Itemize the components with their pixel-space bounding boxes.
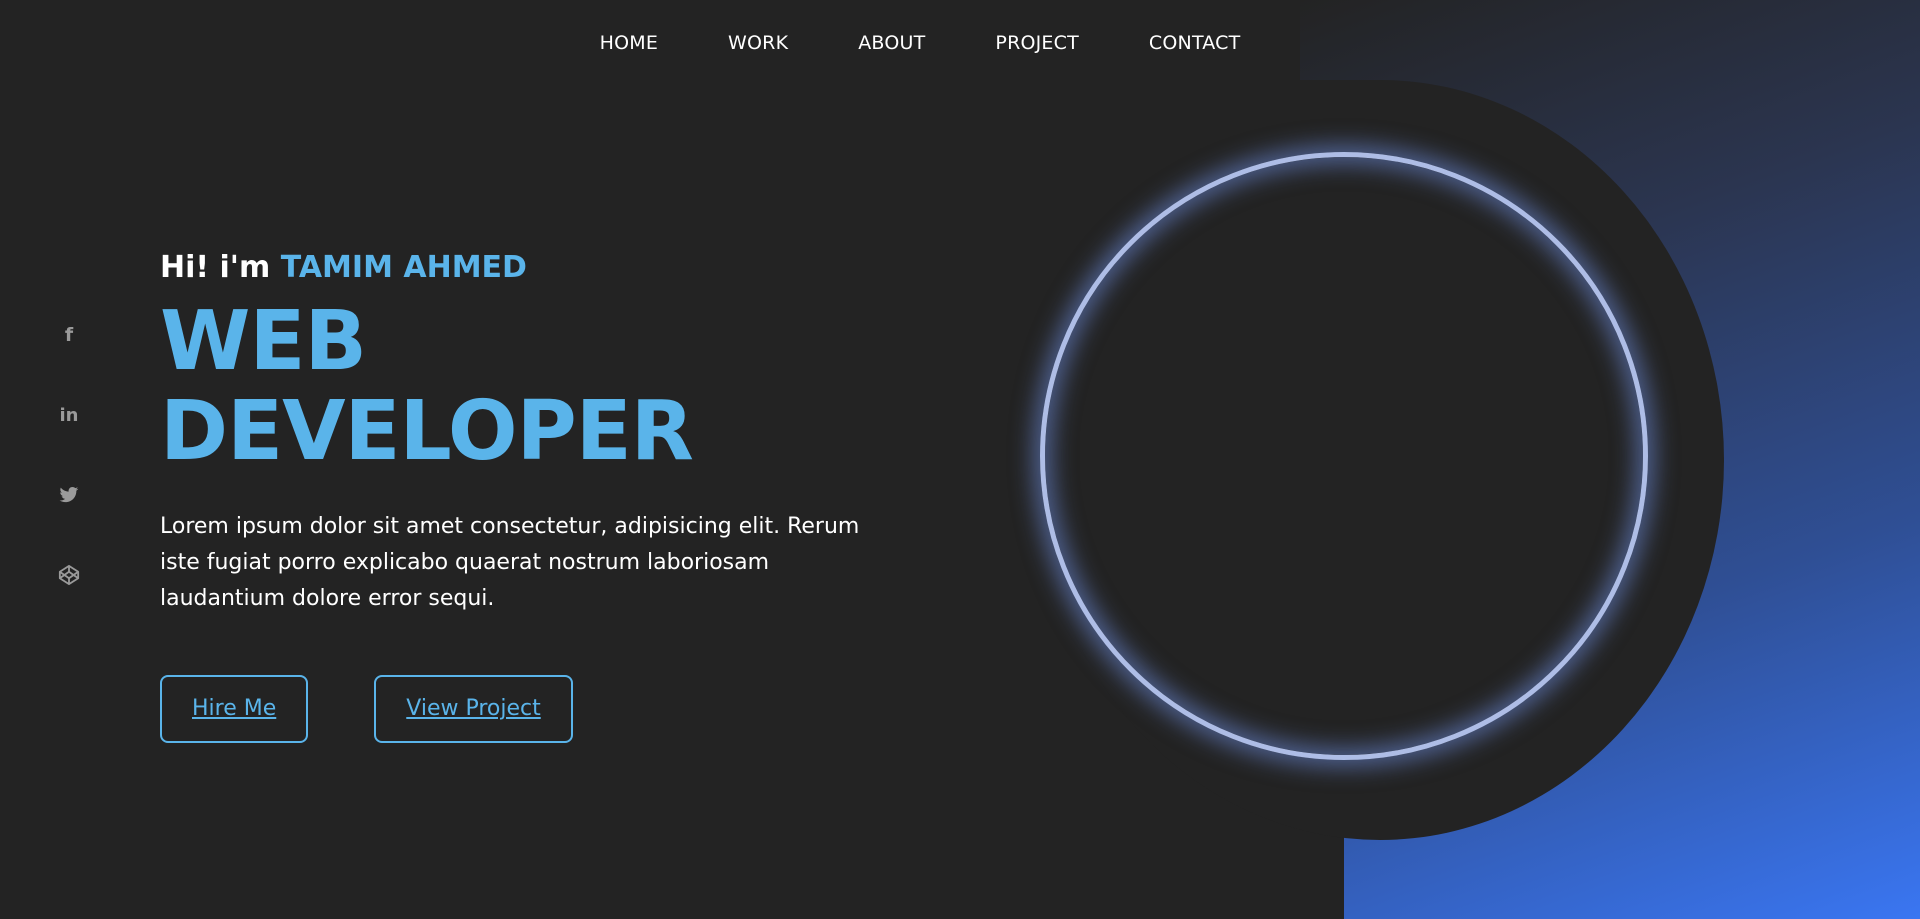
hero-description: Lorem ipsum dolor sit amet consectetur, … [160,514,860,612]
developer-name: TAMIM AHMED [280,250,527,285]
glowing-ring [1040,152,1648,760]
greeting-text: Hi! i'm [160,250,271,285]
linkedin-icon[interactable]: in [56,402,82,428]
hire-me-button[interactable]: Hire Me [160,675,309,744]
codepen-icon[interactable] [56,562,82,588]
main-nav: HOME WORK ABOUT PROJECT CONTACT [0,32,1880,54]
nav-project[interactable]: PROJECT [995,32,1079,54]
nav-contact[interactable]: CONTACT [1149,32,1241,54]
nav-work[interactable]: WORK [728,32,788,54]
twitter-icon[interactable] [56,482,82,508]
facebook-icon[interactable]: f [56,322,82,348]
view-project-button[interactable]: View Project [374,675,573,744]
nav-home[interactable]: HOME [600,32,658,54]
hero-title: WEB DEVELOPER [160,294,694,480]
twitter-bird-shape [59,487,79,503]
nav-about[interactable]: ABOUT [858,32,925,54]
hero-buttons: Hire Me View Project [160,675,920,744]
codepen-shape [58,564,80,586]
hero-section: Hi! i'm TAMIM AHMED WEB DEVELOPER Lorem … [160,250,920,744]
greeting-line: Hi! i'm TAMIM AHMED [160,250,920,285]
social-links: f in [56,322,82,588]
